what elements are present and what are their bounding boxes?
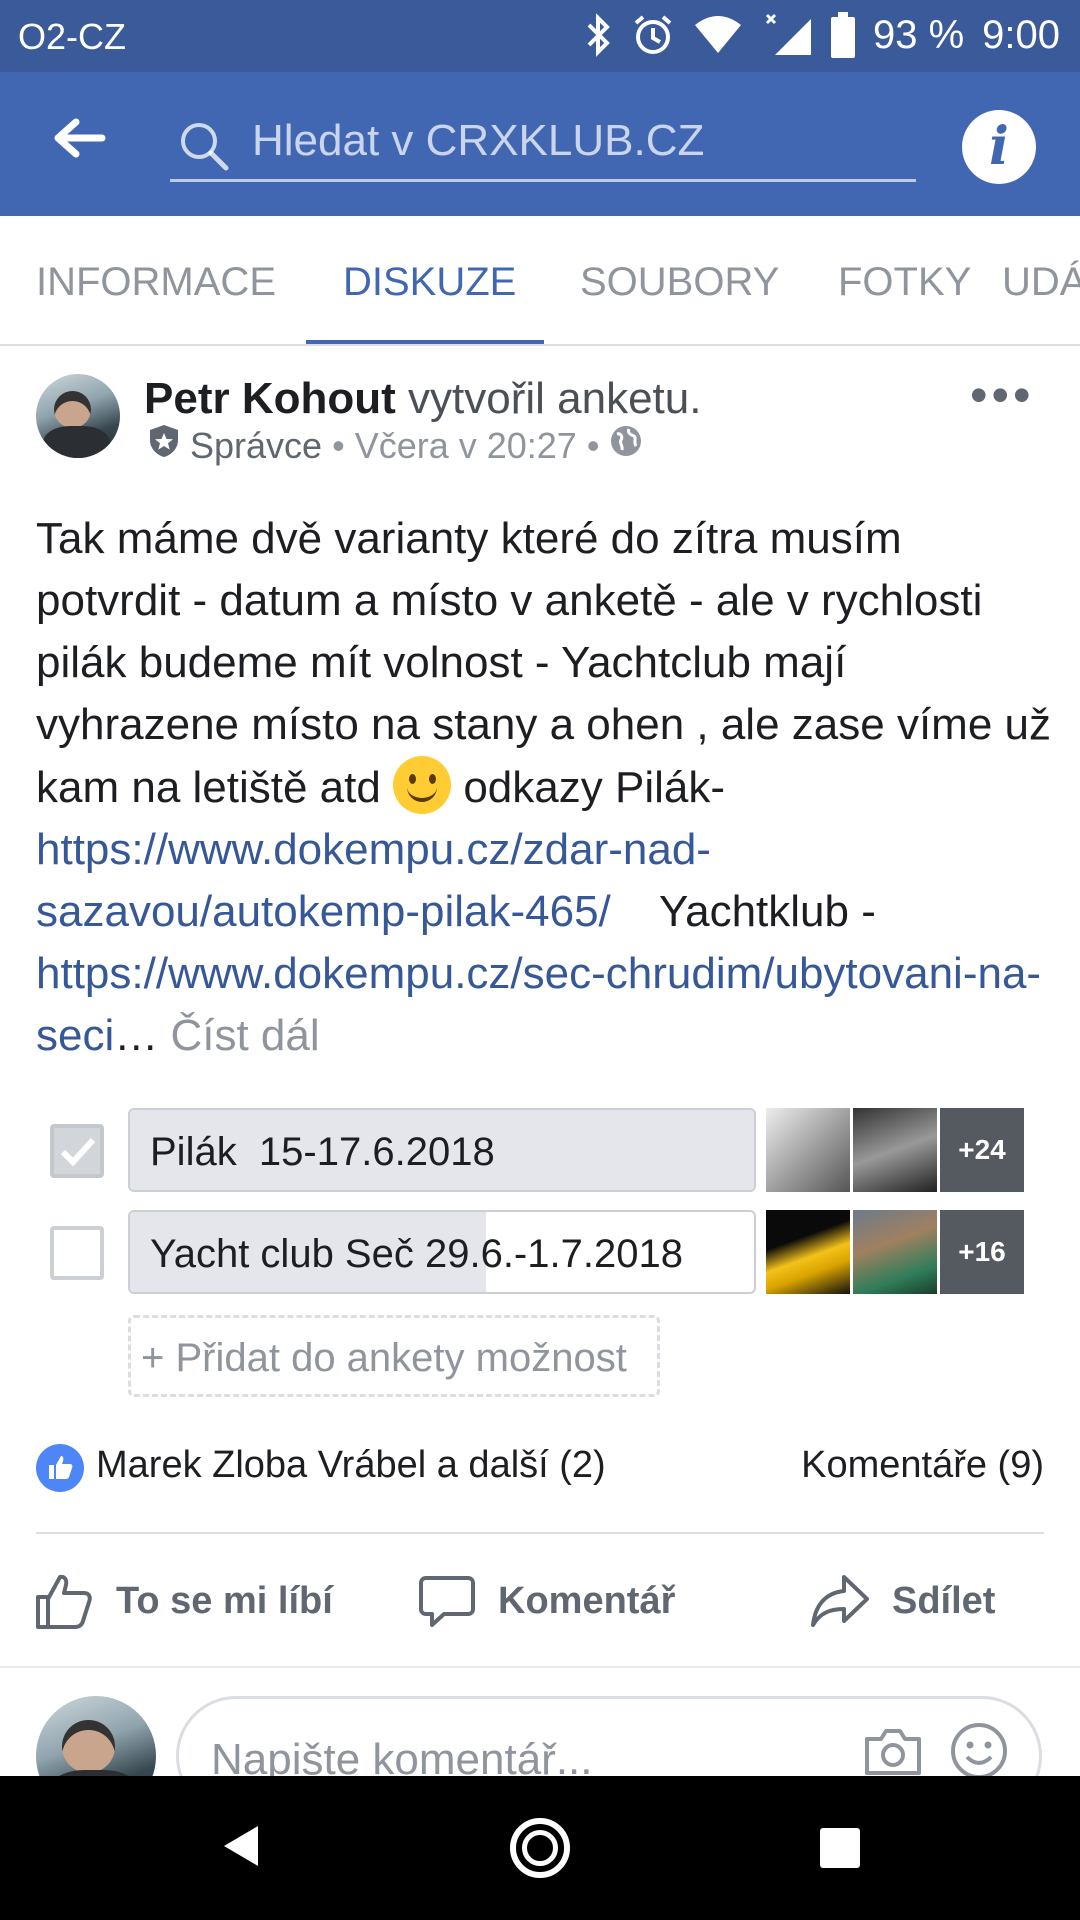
more-voters-count: +24: [940, 1108, 1024, 1192]
divider: [36, 1532, 1044, 1534]
carrier-label: O2-CZ: [18, 16, 126, 57]
post-text: Tak máme dvě varianty které do zítra mus…: [36, 508, 1056, 1067]
tab-soubory[interactable]: SOUBORY: [580, 260, 779, 305]
nav-home-button[interactable]: [510, 1818, 570, 1878]
post-text-part3: Yachtklub -: [659, 887, 876, 936]
alarm-icon: [631, 13, 675, 57]
text-ellipsis: …: [114, 1011, 159, 1060]
like-button[interactable]: To se mi líbí: [34, 1566, 333, 1636]
share-label: Sdílet: [892, 1579, 996, 1622]
status-icons: 93 % 9:00: [585, 12, 1060, 58]
search-field[interactable]: Hledat v CRXKLUB.CZ: [170, 108, 916, 182]
tab-fotky[interactable]: FOTKY: [838, 260, 971, 305]
wifi-icon: [693, 15, 743, 55]
bluetooth-icon: [585, 13, 613, 57]
poll-checkbox-1[interactable]: [50, 1124, 104, 1178]
comment-bubble-icon: [419, 1576, 475, 1627]
triangle-back-icon: [224, 1826, 258, 1866]
divider: [0, 1666, 1080, 1668]
thumbs-up-icon: [36, 1574, 92, 1629]
likers-text[interactable]: Marek Zloba Vrábel a další (2): [96, 1444, 606, 1487]
comments-count[interactable]: Komentáře (9): [801, 1444, 1044, 1487]
share-arrow-icon: [811, 1575, 869, 1627]
arrow-left-icon: [54, 118, 106, 158]
post-text-part2: odkazy Pilák-: [463, 763, 725, 812]
checkmark-icon: [60, 1137, 96, 1167]
clock: 9:00: [982, 12, 1060, 57]
search-placeholder: Hledat v CRXKLUB.CZ: [252, 116, 705, 165]
nav-back-button[interactable]: [218, 1822, 262, 1875]
post-author-line: Petr Kohout vytvořil anketu.: [144, 374, 701, 424]
smiley-emoji-icon: [393, 756, 452, 814]
tab-informace[interactable]: INFORMACE: [36, 260, 276, 305]
tab-diskuze[interactable]: DISKUZE: [343, 260, 516, 305]
signal-icon: [761, 13, 813, 57]
app-bar: Hledat v CRXKLUB.CZ i: [0, 72, 1080, 216]
search-icon: [178, 120, 230, 177]
tab-udalosti[interactable]: UDÁLOSTI: [1002, 260, 1080, 305]
nav-recents-button[interactable]: [820, 1828, 860, 1868]
poll-option-1[interactable]: Pilák 15-17.6.2018: [128, 1108, 756, 1192]
info-icon[interactable]: i: [962, 110, 1036, 184]
back-button[interactable]: [50, 116, 120, 172]
voter-avatar: [853, 1210, 937, 1294]
voter-avatar: [766, 1108, 850, 1192]
battery-percent: 93 %: [872, 12, 965, 57]
group-tabs: INFORMACE DISKUZE SOUBORY FOTKY UDÁLOSTI: [0, 216, 1080, 346]
post-action: vytvořil anketu.: [408, 374, 702, 423]
add-poll-option-button[interactable]: + Přidat do ankety možnost: [128, 1315, 660, 1397]
link-pilak[interactable]: https://www.dokempu.cz/zdar-nad-sazavou/…: [36, 825, 711, 936]
poll-option-label: Yacht club Seč 29.6.-1.7.2018: [150, 1232, 683, 1276]
poll-voters-1[interactable]: +24: [766, 1108, 1024, 1192]
author-name[interactable]: Petr Kohout: [144, 374, 396, 423]
author-role: Správce: [190, 424, 323, 466]
like-reaction-icon[interactable]: [36, 1444, 84, 1492]
see-more-link[interactable]: Číst dál: [170, 1011, 319, 1060]
voter-avatar: [766, 1210, 850, 1294]
like-label: To se mi líbí: [116, 1579, 333, 1622]
comment-button[interactable]: Komentář: [418, 1566, 675, 1636]
share-button[interactable]: Sdílet: [810, 1566, 995, 1636]
poll-checkbox-2[interactable]: [50, 1226, 104, 1280]
post-meta: Správce • Včera v 20:27 •: [148, 424, 643, 467]
poll-option-label: Pilák 15-17.6.2018: [150, 1130, 495, 1174]
camera-icon[interactable]: [863, 1725, 923, 1782]
author-avatar[interactable]: [36, 374, 120, 458]
system-nav-bar: [0, 1776, 1080, 1920]
active-tab-indicator: [306, 340, 544, 344]
more-options-button[interactable]: •••: [970, 370, 1035, 420]
status-bar: O2-CZ 93 % 9:00: [0, 0, 1080, 72]
globe-icon: [609, 424, 643, 467]
battery-icon: [830, 12, 855, 58]
more-voters-count: +16: [940, 1210, 1024, 1294]
post-time[interactable]: Včera v 20:27: [355, 425, 577, 467]
poll-option-2[interactable]: Yacht club Seč 29.6.-1.7.2018: [128, 1210, 756, 1294]
poll-voters-2[interactable]: +16: [766, 1210, 1024, 1294]
admin-badge-icon: [148, 424, 180, 467]
comment-label: Komentář: [498, 1579, 676, 1622]
voter-avatar: [853, 1108, 937, 1192]
